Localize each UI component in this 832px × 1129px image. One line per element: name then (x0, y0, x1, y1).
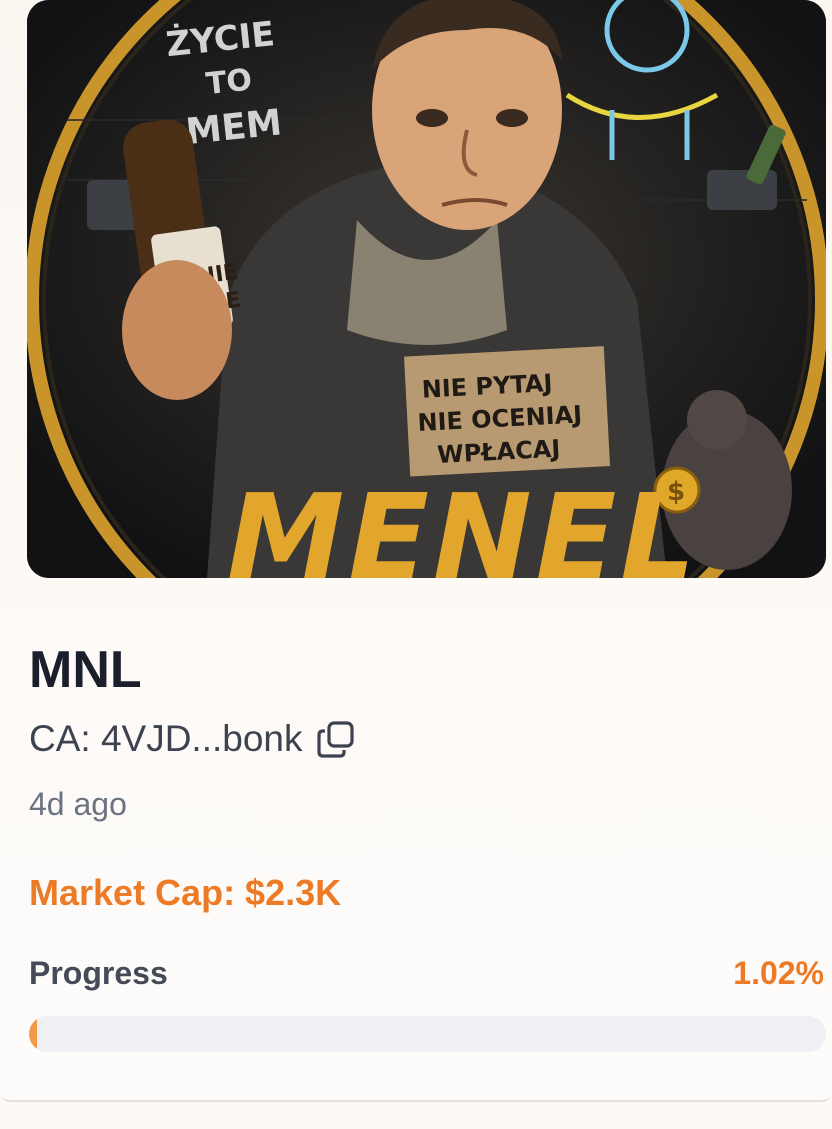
contract-address: CA: 4VJD...bonk (29, 718, 303, 759)
contract-address-row: CA: 4VJD...bonk (29, 716, 357, 762)
created-age: 4d ago (29, 786, 127, 822)
token-ticker: MNL (29, 641, 142, 699)
progress-bar (29, 1016, 826, 1052)
svg-text:MENEL: MENEL (227, 468, 700, 578)
progress-percentage: 1.02% (733, 955, 824, 991)
progress-label: Progress (29, 955, 168, 991)
token-card[interactable]: ŻYCIE TO MEM TA (0, 0, 832, 1102)
market-cap: Market Cap: $2.3K (29, 872, 342, 913)
progress-bar-fill (29, 1016, 38, 1052)
svg-text:TO: TO (204, 62, 253, 102)
copy-icon[interactable] (315, 718, 357, 760)
token-image[interactable]: ŻYCIE TO MEM TA (27, 0, 826, 578)
